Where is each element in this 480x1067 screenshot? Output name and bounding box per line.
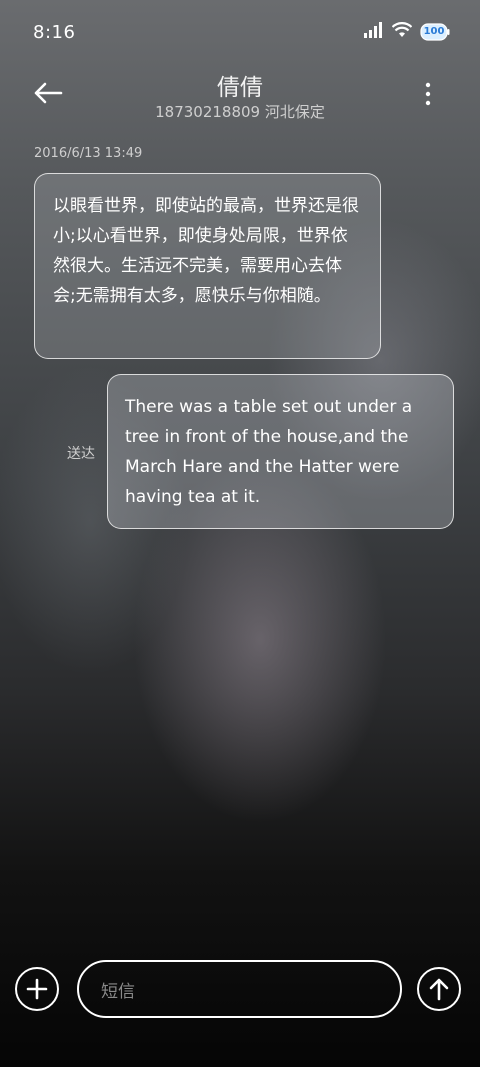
status-time: 8:16 [33, 22, 76, 43]
more-options-button[interactable] [416, 80, 440, 108]
battery-icon: 100 [420, 23, 450, 41]
incoming-message-bubble[interactable]: 以眼看世界，即使站的最高，世界还是很小;以心看世界，即使身处局限，世界依然很大。… [34, 173, 381, 359]
send-button[interactable] [417, 967, 461, 1011]
more-vertical-icon [425, 82, 431, 106]
conversation-header: 倩倩 18730218809 河北保定 [0, 68, 480, 128]
battery-level-label: 100 [423, 26, 445, 37]
status-icons: 100 [364, 22, 450, 42]
message-composer: 短信 [0, 958, 480, 1022]
outgoing-message-text: There was a table set out under a tree i… [125, 397, 413, 507]
plus-icon [26, 978, 48, 1000]
add-attachment-button[interactable] [15, 967, 59, 1011]
delivery-status: 送达 [67, 446, 95, 462]
status-bar: 8:16 100 [0, 0, 480, 68]
contact-name[interactable]: 倩倩 [0, 68, 480, 102]
message-input[interactable]: 短信 [77, 960, 402, 1018]
incoming-message-text: 以眼看世界，即使站的最高，世界还是很小;以心看世界，即使身处局限，世界依然很大。… [53, 196, 359, 306]
wifi-icon [391, 22, 413, 42]
messaging-screen: 8:16 100 倩倩 18730218809 河北保定 2016/6/13 1… [0, 0, 480, 1067]
contact-detail: 18730218809 河北保定 [155, 103, 325, 121]
message-timestamp: 2016/6/13 13:49 [34, 146, 143, 161]
send-arrow-up-icon [429, 978, 449, 1001]
message-input-placeholder: 短信 [101, 981, 135, 1002]
signal-icon [364, 22, 384, 42]
outgoing-message-bubble[interactable]: There was a table set out under a tree i… [107, 374, 454, 529]
